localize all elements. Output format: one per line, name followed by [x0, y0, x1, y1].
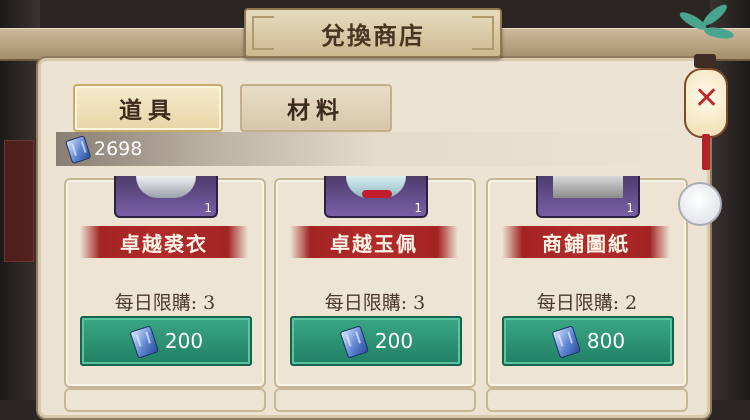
currency-token-icon [547, 322, 585, 360]
shop-item-card-partial[interactable] [274, 388, 476, 412]
buy-button[interactable]: 800 [502, 316, 674, 366]
price-label: 200 [164, 329, 204, 353]
shop-item-card[interactable]: 1 卓越裘衣 每日限購: 3 200 [64, 176, 266, 388]
buy-button[interactable]: 200 [290, 316, 462, 366]
currency-bar: 2698 [56, 132, 696, 166]
item-icon[interactable]: 1 [324, 176, 428, 218]
fur-coat-icon [136, 176, 196, 198]
jade-pendant-icon [346, 176, 406, 198]
shop-item-card[interactable]: 1 商鋪圖紙 每日限購: 2 800 [486, 176, 688, 388]
item-name: 卓越裘衣 [120, 231, 208, 256]
floating-assistive-button[interactable] [678, 182, 722, 226]
item-name-ribbon: 卓越玉佩 [290, 226, 458, 258]
currency-token-icon [61, 133, 94, 166]
daily-limit: 每日限購: 2 [536, 292, 638, 314]
item-name: 卓越玉佩 [330, 231, 418, 256]
item-icon[interactable]: 1 [114, 176, 218, 218]
close-icon: ✕ [694, 81, 720, 116]
tab-materials[interactable]: 材料 [240, 84, 392, 132]
price-label: 200 [374, 329, 414, 353]
background-decoration [4, 140, 34, 262]
currency-token-icon [125, 322, 163, 360]
tab-label: 材料 [287, 97, 345, 124]
currency-token-icon [335, 322, 373, 360]
shop-item-card-partial[interactable] [486, 388, 688, 412]
lantern-cap [694, 54, 716, 68]
item-quantity: 1 [204, 201, 212, 215]
tab-label: 道具 [119, 97, 177, 124]
blueprint-icon [553, 176, 623, 198]
title-banner: 兌換商店 [244, 8, 502, 58]
daily-limit: 每日限購: 3 [324, 292, 426, 314]
currency-amount: 2698 [94, 138, 143, 160]
price-label: 800 [586, 329, 626, 353]
item-icon[interactable]: 1 [536, 176, 640, 218]
lantern-tassel [702, 134, 710, 170]
tab-items[interactable]: 道具 [73, 84, 223, 132]
page-title: 兌換商店 [321, 20, 425, 50]
daily-limit: 每日限購: 3 [114, 292, 216, 314]
item-quantity: 1 [626, 201, 634, 215]
item-name: 商鋪圖紙 [542, 231, 630, 256]
item-name-ribbon: 商鋪圖紙 [502, 226, 670, 258]
close-lantern-button[interactable]: ✕ [684, 68, 728, 138]
item-name-ribbon: 卓越裘衣 [80, 226, 248, 258]
leaf-decoration-icon [676, 1, 736, 50]
shop-item-card[interactable]: 1 卓越玉佩 每日限購: 3 200 [274, 176, 476, 388]
item-quantity: 1 [414, 201, 422, 215]
shop-item-card-partial[interactable] [64, 388, 266, 412]
buy-button[interactable]: 200 [80, 316, 252, 366]
